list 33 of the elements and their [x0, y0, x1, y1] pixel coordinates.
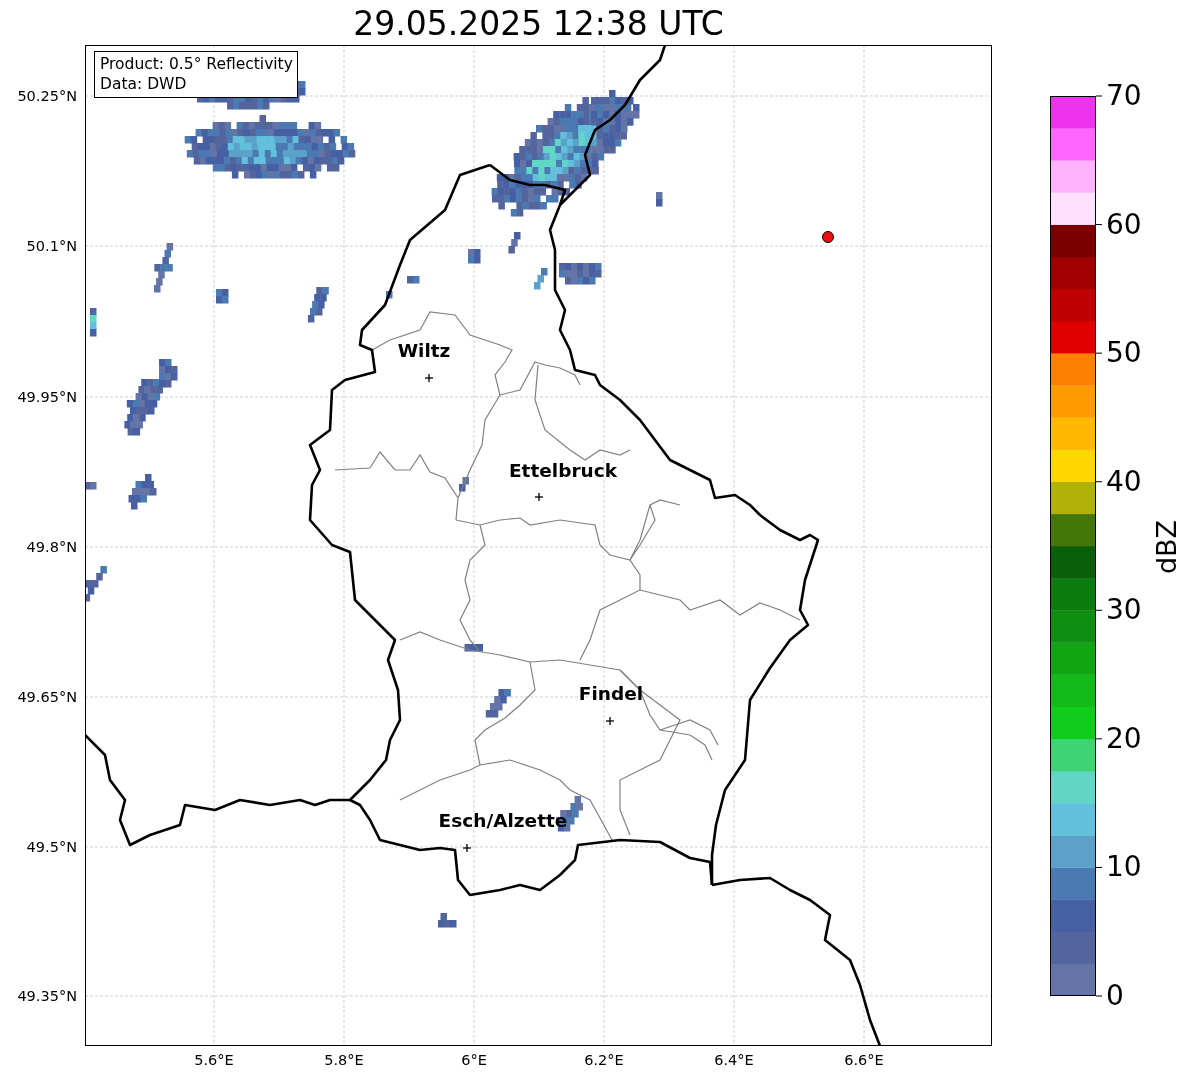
info-text: Data: DWD [100, 74, 188, 94]
city-marker-icon [605, 716, 615, 726]
latitude-label: 50.1°N [26, 237, 77, 255]
city-label: Wiltz [397, 340, 451, 362]
chart-title: 29.05.2025 12:38 UTC [352, 4, 725, 44]
city-marker-icon [424, 373, 434, 383]
longitude-label: 6.4°E [714, 1051, 754, 1069]
latitude-label: 50.25°N [17, 87, 77, 105]
colorbar-tick-label: 30 [1106, 594, 1142, 627]
longitude-label: 5.8°E [324, 1051, 364, 1069]
longitude-label: 6°E [461, 1051, 487, 1069]
colorbar-tick-label: 10 [1106, 851, 1142, 884]
latitude-label: 49.5°N [26, 838, 77, 856]
location-dot [822, 231, 834, 243]
latitude-label: 49.65°N [17, 688, 77, 706]
longitude-label: 5.6°E [194, 1051, 234, 1069]
city-marker-icon [462, 843, 472, 853]
colorbar-tick-label: 40 [1106, 465, 1142, 498]
city-marker-icon [534, 492, 544, 502]
city-label: Ettelbruck [509, 460, 617, 482]
info-text: Product: 0.5° Reflectivity [100, 54, 293, 74]
colorbar-tick-label: 50 [1106, 337, 1142, 370]
latitude-label: 49.95°N [17, 388, 77, 406]
colorbar-tick-label: 60 [1106, 208, 1142, 241]
colorbar-label: dBZ [1151, 519, 1184, 575]
colorbar-tick-label: 0 [1106, 980, 1124, 1012]
colorbar-tick-label: 20 [1106, 722, 1142, 755]
city-label: Findel [578, 683, 644, 705]
latitude-label: 49.35°N [17, 987, 77, 1005]
longitude-label: 6.6°E [844, 1051, 884, 1069]
colorbar-tick-label: 70 [1106, 80, 1142, 112]
longitude-label: 6.2°E [584, 1051, 624, 1069]
latitude-label: 49.8°N [26, 538, 77, 556]
